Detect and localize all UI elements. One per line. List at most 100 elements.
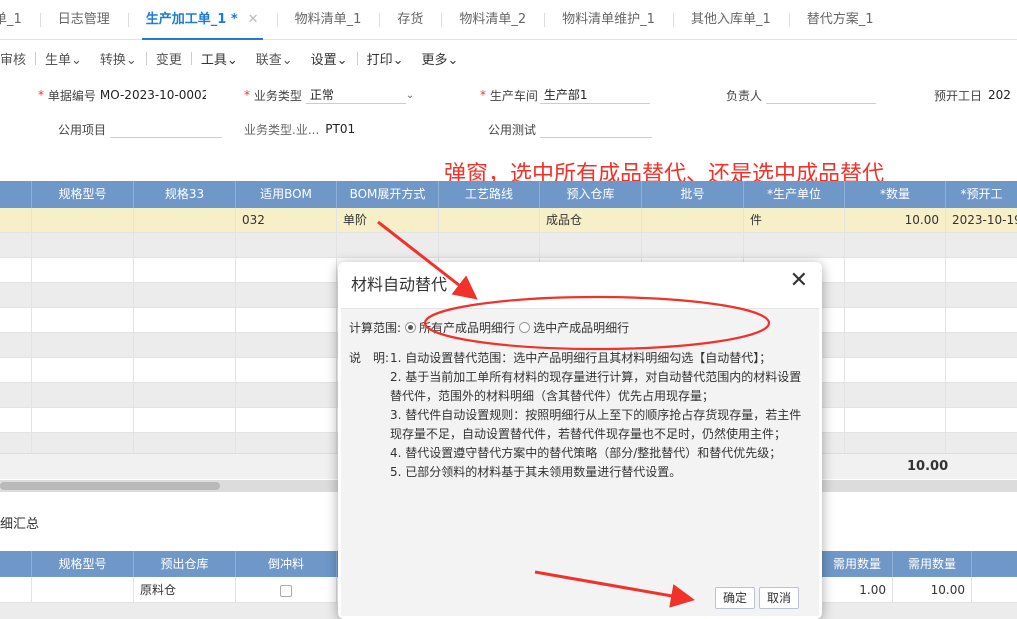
description-item: 4. 替代设置遵守替代方案中的替代策略（部分/整批替代）和替代优先级； — [390, 446, 782, 460]
description-text: 1. 自动设置替代范围：选中产品明细行且其材料明细勾选【自动替代】； 2. 基于… — [390, 349, 812, 482]
table-cell[interactable]: 10.00 — [845, 208, 946, 232]
col-spec-model[interactable]: 规格型号 — [32, 181, 134, 208]
scrollbar-thumb[interactable] — [0, 482, 220, 490]
description-label: 说 明: — [349, 351, 390, 365]
plan-date-field[interactable]: 202 — [984, 86, 1017, 104]
table-cell[interactable]: 成品仓 — [540, 208, 642, 232]
table-row[interactable]: 032 单阶 成品仓 件 10.00 2023-10-19 — [0, 208, 1017, 233]
common-test-field[interactable] — [540, 120, 653, 138]
tools-button[interactable]: 工具⌄ — [192, 49, 247, 68]
common-item-label: 公用项目 — [58, 122, 107, 137]
more-button[interactable]: 更多⌄ — [412, 49, 467, 68]
confirm-button[interactable]: 确定 — [714, 587, 755, 609]
table-cell[interactable]: 1.00 — [822, 577, 893, 602]
col-unit[interactable]: *生产单位 — [744, 181, 845, 208]
query-button[interactable]: 联查⌄ — [247, 49, 302, 68]
biz-type-code-field[interactable]: PT01 — [321, 120, 401, 138]
col-out-warehouse[interactable]: 预出仓库 — [134, 551, 236, 577]
dialog-buttons: 确定 取消 — [714, 587, 799, 609]
radio-selected-products[interactable] — [519, 322, 531, 333]
table-cell[interactable] — [642, 208, 744, 232]
cancel-button[interactable]: 取消 — [758, 587, 799, 609]
table-cell — [0, 577, 32, 602]
tab-bom-maintenance[interactable]: 物料清单维护_1 — [544, 0, 673, 40]
scope-radio-group: 计算范围: 所有产成品明细行 选中产成品明细行 — [349, 319, 629, 336]
col-bom-expand[interactable]: BOM展开方式 — [337, 181, 439, 208]
audit-button[interactable]: 审核 — [0, 49, 35, 68]
table-cell[interactable]: 032 — [236, 208, 337, 232]
table-cell[interactable]: 原料仓 — [134, 577, 236, 602]
owner-field-group: 负责人 — [726, 86, 877, 104]
workshop-field[interactable]: 生产部1 — [539, 86, 650, 104]
change-button[interactable]: 变更 — [147, 49, 191, 68]
grid-header-cell — [972, 551, 1017, 577]
plan-date-label: 预开工日 — [934, 88, 983, 103]
biz-type-field-group: * 业务类型 正常 ⌄ — [244, 86, 414, 104]
biz-type-code-field-group: 业务类型.业... PT01 — [244, 120, 401, 138]
table-cell[interactable]: 10.00 — [893, 577, 972, 602]
grid-header-cell — [0, 551, 32, 577]
toolbar: 审核 生单⌄ 转换⌄ 变更 工具⌄ 联查⌄ 设置⌄ 打印⌄ 更多⌄ — [0, 46, 467, 70]
tab-production-order[interactable]: 生产加工单_1 * ✕ — [127, 0, 277, 40]
doc-no-field-group: * 单据编号 MO-2023-10-0002 — [38, 86, 206, 104]
owner-label: 负责人 — [726, 88, 763, 103]
settings-button[interactable]: 设置⌄ — [302, 49, 357, 68]
description-item: 3. 替代件自动设置规则：按照明细行从上至下的顺序抢占存货现存量，若主件现存量不… — [390, 408, 802, 441]
chevron-down-icon[interactable]: ⌄ — [406, 90, 414, 101]
biz-type-label: 业务类型 — [253, 88, 302, 103]
tab-bom-2[interactable]: 物料清单_2 — [441, 0, 544, 40]
tab-bom-1[interactable]: 物料清单_1 — [276, 0, 380, 40]
col-spec33[interactable]: 规格33 — [134, 181, 236, 208]
generate-doc-button[interactable]: 生单⌄ — [36, 49, 91, 68]
total-quantity: 10.00 — [907, 459, 949, 474]
grid-header: 规格型号 规格33 适用BOM BOM展开方式 工艺路线 预入仓库 批号 *生产… — [0, 181, 1017, 208]
col-spec-model[interactable]: 规格型号 — [32, 551, 134, 577]
tab-substitution-plan[interactable]: 替代方案_1 — [788, 0, 892, 40]
table-row-empty — [0, 233, 1017, 258]
col-warehouse[interactable]: 预入仓库 — [540, 181, 642, 208]
table-cell[interactable] — [32, 208, 134, 232]
table-cell[interactable]: 单阶 — [337, 208, 439, 232]
col-bom[interactable]: 适用BOM — [236, 181, 337, 208]
biz-type-select[interactable]: 正常 — [305, 86, 406, 104]
col-backflush[interactable]: 倒冲料 — [236, 551, 337, 577]
description-item: 2. 基于当前加工单所有材料的现存量进行计算，对自动替代范围内的材料设置替代件，… — [390, 370, 802, 403]
doc-no-field[interactable]: MO-2023-10-0002 — [96, 86, 206, 104]
table-cell[interactable] — [439, 208, 540, 232]
dialog-title: 材料自动替代 — [351, 275, 448, 294]
radio-all-products[interactable] — [405, 322, 417, 333]
col-plan-start[interactable]: *预开工 — [946, 181, 1017, 208]
required-mark: * — [38, 88, 48, 102]
tab-inventory[interactable]: 存货 — [379, 0, 441, 40]
table-cell — [972, 577, 1017, 602]
col-required-qty[interactable]: 需用数量 — [822, 551, 893, 577]
convert-button[interactable]: 转换⌄ — [91, 49, 146, 68]
backflush-checkbox[interactable] — [280, 584, 292, 597]
plan-date-field-group: 预开工日 202 — [934, 86, 1017, 104]
owner-field[interactable] — [766, 86, 877, 104]
col-routing[interactable]: 工艺路线 — [439, 181, 540, 208]
table-cell[interactable] — [32, 577, 134, 602]
biz-type-code-label: 业务类型.业... — [244, 122, 320, 137]
close-icon[interactable]: ✕ — [248, 12, 259, 27]
radio-all-products-label[interactable]: 所有产成品明细行 — [419, 319, 515, 336]
col-batch[interactable]: 批号 — [642, 181, 744, 208]
backflush-checkbox-cell[interactable] — [236, 577, 337, 602]
tab-log-management[interactable]: 日志管理 — [39, 0, 128, 40]
tab-doc-1[interactable]: 单_1 — [0, 0, 40, 40]
scope-label: 计算范围: — [349, 321, 402, 335]
table-cell[interactable]: 2023-10-19 — [946, 208, 1017, 232]
radio-selected-products-label[interactable]: 选中产成品明细行 — [533, 319, 629, 336]
table-cell[interactable]: 件 — [744, 208, 845, 232]
col-required-qty-2[interactable]: 需用数量 — [893, 551, 972, 577]
table-cell — [0, 208, 32, 232]
grid-header-cell — [0, 181, 32, 208]
common-item-field[interactable] — [110, 120, 223, 138]
tab-other-inbound[interactable]: 其他入库单_1 — [672, 0, 789, 40]
table-cell[interactable] — [134, 208, 236, 232]
tab-bar: 单_1 日志管理 生产加工单_1 * ✕ 物料清单_1 存货 物料清单_2 物料清… — [0, 0, 1017, 40]
col-quantity[interactable]: *数量 — [845, 181, 946, 208]
common-item-field-group: 公用项目 — [58, 120, 223, 138]
print-button[interactable]: 打印⌄ — [358, 49, 413, 68]
close-icon[interactable]: ✕ — [790, 268, 808, 293]
